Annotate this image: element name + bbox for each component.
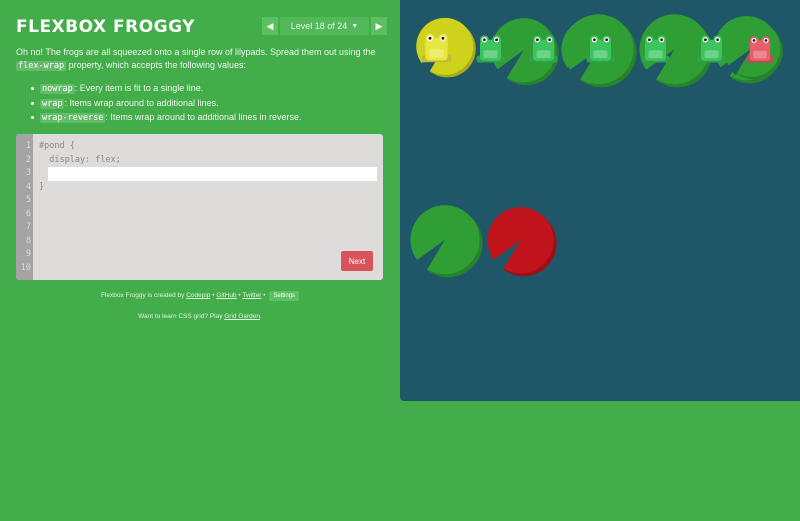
- frog-red: [743, 32, 777, 66]
- list-item: nowrap: Every item is fit to a single li…: [16, 82, 386, 96]
- instructions-intro: Oh no! The frogs are all squeezed onto a…: [16, 47, 376, 71]
- value-token: nowrap: [40, 84, 75, 94]
- pond: [400, 0, 800, 401]
- triangle-right-icon: ▶: [375, 20, 383, 31]
- line-number: 1: [25, 141, 31, 151]
- sidebar: FLEXBOX FROGGY ◀ Level 18 of 24 ▼ ▶ Oh no…: [0, 0, 400, 521]
- line-number: 4: [25, 181, 31, 192]
- css-input[interactable]: [48, 167, 377, 181]
- line-number: 3: [25, 168, 31, 178]
- twitter-link[interactable]: Twitter: [242, 292, 261, 299]
- code-line-closing-brace: }: [39, 181, 45, 192]
- value-token: wrap: [40, 98, 65, 109]
- triangle-left-icon: ◀: [266, 20, 274, 31]
- grid-garden-promo: Want to learn CSS grid? Play Grid Garden…: [138, 313, 262, 320]
- grid-garden-link[interactable]: Grid Garden: [224, 313, 260, 320]
- line-number: 5: [25, 195, 31, 205]
- code-line-display: display: flex;: [39, 154, 121, 165]
- code-line-selector: #pond {: [39, 141, 75, 151]
- list-item: wrap: Items wrap around to additional li…: [16, 97, 386, 111]
- line-number: 10: [20, 262, 31, 273]
- frog-green: [583, 31, 618, 66]
- next-button[interactable]: Next: [341, 251, 373, 271]
- values-list: nowrap: Every item is fit to a single li…: [16, 82, 386, 125]
- property-token: flex-wrap: [16, 60, 67, 71]
- triangle-down-icon: ▼: [351, 22, 359, 30]
- credits: Flexbox Froggy is created by Codepip • G…: [0, 291, 400, 301]
- code-editor: 1 2 3 4 5 6 7 8 9 10 #pond { display: fl…: [16, 134, 383, 280]
- lilypad-red: [486, 205, 558, 277]
- frog-green: [473, 31, 508, 66]
- value-token: wrap-reverse: [40, 113, 106, 123]
- line-number-gutter: 1 2 3 4 5 6 7 8 9 10: [16, 134, 33, 280]
- level-navigation: ◀ Level 18 of 24 ▼ ▶: [262, 17, 387, 35]
- line-number: 8: [25, 235, 31, 246]
- line-number: 9: [25, 249, 31, 259]
- settings-button[interactable]: Settings: [269, 291, 300, 301]
- level-label: Level 18 of 24: [290, 21, 348, 31]
- github-link[interactable]: GitHub: [216, 292, 236, 299]
- line-number: 6: [25, 208, 31, 219]
- previous-level-button[interactable]: ◀: [262, 17, 278, 35]
- frog-green: [638, 31, 673, 66]
- level-indicator[interactable]: Level 18 of 24 ▼: [280, 17, 369, 35]
- frog-green: [526, 31, 561, 66]
- line-number: 7: [25, 222, 31, 232]
- codepip-link[interactable]: Codepip: [186, 292, 210, 299]
- frog-yellow: [418, 29, 455, 66]
- next-level-button[interactable]: ▶: [371, 17, 387, 35]
- line-number: 2: [25, 154, 31, 165]
- frog-green: [694, 31, 729, 66]
- app-title: FLEXBOX FROGGY: [16, 17, 195, 37]
- lilypad-green: [409, 203, 484, 278]
- instructions: Oh no! The frogs are all squeezed onto a…: [16, 46, 386, 126]
- list-item: wrap-reverse: Items wrap around to addit…: [16, 111, 386, 125]
